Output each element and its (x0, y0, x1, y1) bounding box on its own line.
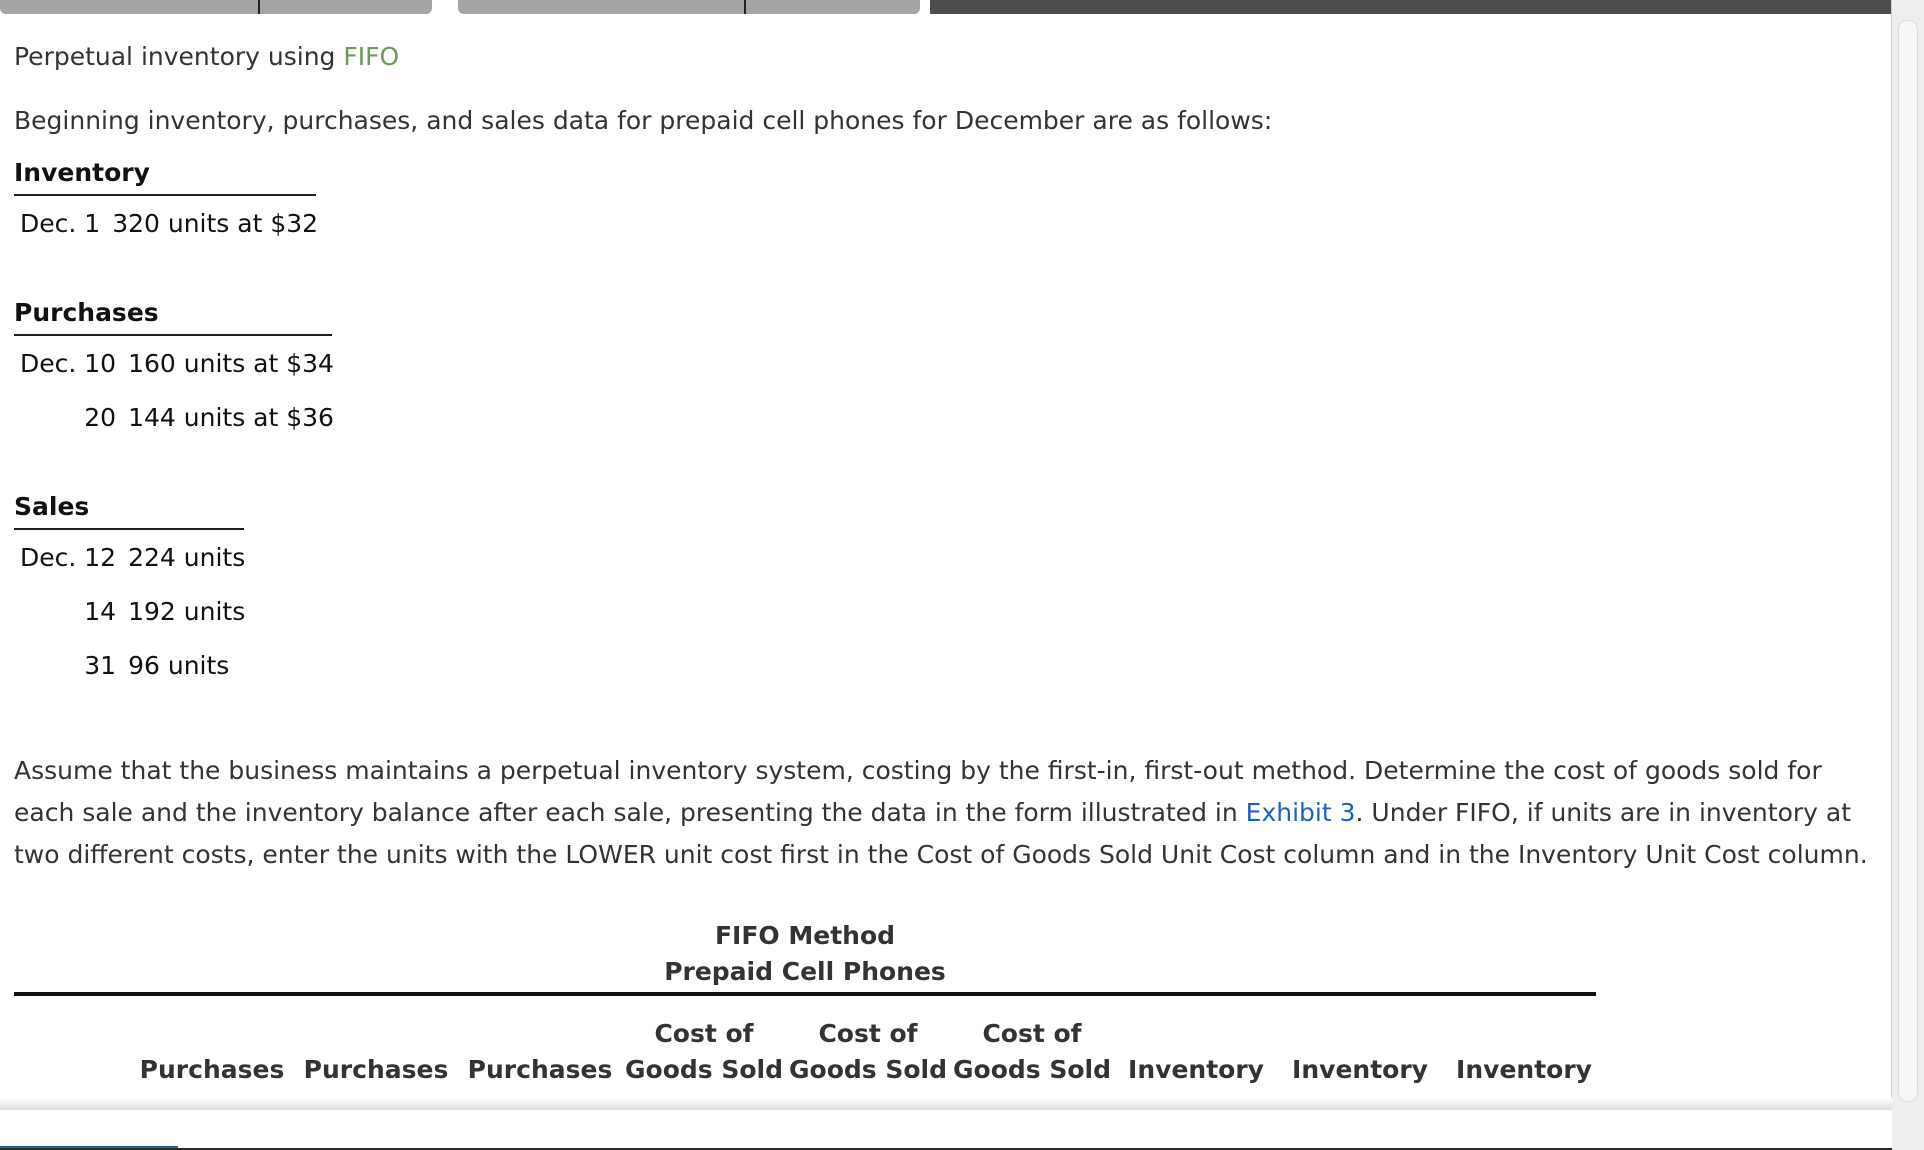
column-header-line2: Purchases (139, 1055, 285, 1084)
column-header-line1 (1444, 1016, 1604, 1052)
fifo-table-caption-line2: Prepaid Cell Phones (664, 957, 946, 986)
column-header-cogs: Cost of Goods Sold (624, 1016, 784, 1088)
row-detail: 320 units at $32 (112, 208, 319, 238)
row-detail: 224 units (128, 542, 246, 572)
column-header-line2: Goods Sold (953, 1055, 1111, 1084)
tab-segment[interactable] (0, 0, 432, 14)
column-header-cogs: Cost of Goods Sold (952, 1016, 1112, 1088)
tab-segment[interactable] (458, 0, 920, 14)
inventory-block: Inventory Dec. 1 320 units at $32 (14, 156, 324, 250)
column-header-line2: Inventory (1292, 1055, 1428, 1084)
tab-divider (258, 0, 260, 14)
fifo-table-caption-line1: FIFO Method (714, 921, 896, 950)
table-row: Dec. 12 224 units (14, 530, 251, 584)
sales-heading: Sales (14, 490, 244, 530)
column-header-line2: Goods Sold (789, 1055, 947, 1084)
tab-strip-background (930, 0, 1924, 14)
tab-divider (744, 0, 746, 14)
column-header-line2: Purchases (303, 1055, 449, 1084)
column-header-purchases: Purchases (296, 1016, 456, 1088)
row-detail: 144 units at $36 (128, 402, 334, 432)
problem-intro: Beginning inventory, purchases, and sale… (14, 106, 1273, 135)
row-date: Dec. 10 (20, 348, 117, 378)
row-detail: 96 units (128, 650, 230, 680)
problem-title: Perpetual inventory using FIFO (14, 40, 1874, 74)
table-row: Dec. 1 320 units at $32 (14, 196, 324, 250)
purchases-block: Purchases Dec. 10 160 units at $34 20 14… (14, 296, 340, 444)
instructions-paragraph: Assume that the business maintains a per… (14, 750, 1874, 876)
column-header-line1 (1116, 1016, 1276, 1052)
row-date: 20 (84, 402, 117, 432)
column-header-purchases: Purchases (132, 1016, 292, 1088)
row-date: 31 (84, 650, 117, 680)
purchases-table: Dec. 10 160 units at $34 20 144 units at… (14, 336, 340, 444)
exhibit-3-link[interactable]: Exhibit 3 (1246, 798, 1356, 827)
column-header-cogs: Cost of Goods Sold (788, 1016, 948, 1088)
row-date: Dec. 12 (20, 542, 117, 572)
column-header-line2: Inventory (1456, 1055, 1592, 1084)
column-header-line1: Cost of (982, 1019, 1082, 1048)
column-header-line2: Goods Sold (625, 1055, 783, 1084)
column-header-line1 (1280, 1016, 1440, 1052)
column-header-line1 (460, 1016, 620, 1052)
table-row: Dec. 10 160 units at $34 (14, 336, 340, 390)
column-header-inventory: Inventory (1444, 1016, 1604, 1088)
sales-block: Sales Dec. 12 224 units 14 192 units 31 … (14, 490, 251, 692)
fifo-method-table: FIFO Method Prepaid Cell Phones Purchase… (14, 918, 1596, 1096)
table-row: 14 192 units (14, 584, 251, 638)
bottom-divider-shadow (0, 1098, 1892, 1110)
purchases-heading: Purchases (14, 296, 332, 336)
column-header-line2: Purchases (467, 1055, 613, 1084)
column-header-line1: Cost of (818, 1019, 918, 1048)
table-row: 31 96 units (14, 638, 251, 692)
inventory-heading: Inventory (14, 156, 316, 196)
bottom-toolbar (0, 1110, 1892, 1150)
row-date: Dec. 1 (20, 208, 101, 238)
problem-content: Perpetual inventory using FIFO Beginning… (14, 40, 1874, 1084)
column-header-purchases: Purchases (460, 1016, 620, 1088)
column-header-line2: Inventory (1128, 1055, 1264, 1084)
problem-title-text: Perpetual inventory using (14, 42, 344, 71)
row-detail: 160 units at $34 (128, 348, 334, 378)
vertical-scrollbar[interactable] (1891, 0, 1924, 1150)
column-header-line1 (132, 1016, 292, 1052)
row-date: 14 (84, 596, 117, 626)
browser-tab-strip (0, 0, 1924, 14)
scrollbar-thumb[interactable] (1898, 20, 1918, 1102)
row-detail: 192 units (128, 596, 246, 626)
fifo-glossary-term[interactable]: FIFO (343, 42, 399, 71)
table-row: 20 144 units at $36 (14, 390, 340, 444)
column-header-inventory: Inventory (1280, 1016, 1440, 1088)
column-header-line1 (296, 1016, 456, 1052)
column-header-line1: Cost of (654, 1019, 754, 1048)
column-header-inventory: Inventory (1116, 1016, 1276, 1088)
fifo-column-headers: Purchases Purchases Purchases Cost of Goo… (14, 996, 1596, 1096)
inventory-table: Dec. 1 320 units at $32 (14, 196, 324, 250)
sales-table: Dec. 12 224 units 14 192 units 31 96 uni… (14, 530, 251, 692)
